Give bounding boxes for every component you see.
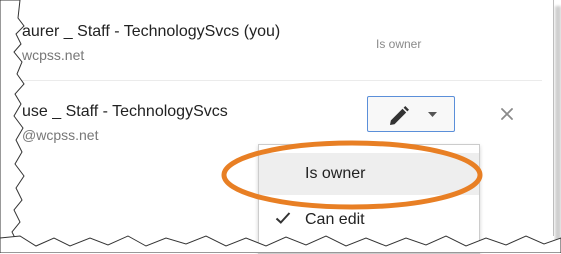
torn-edge-frame xyxy=(0,0,561,253)
